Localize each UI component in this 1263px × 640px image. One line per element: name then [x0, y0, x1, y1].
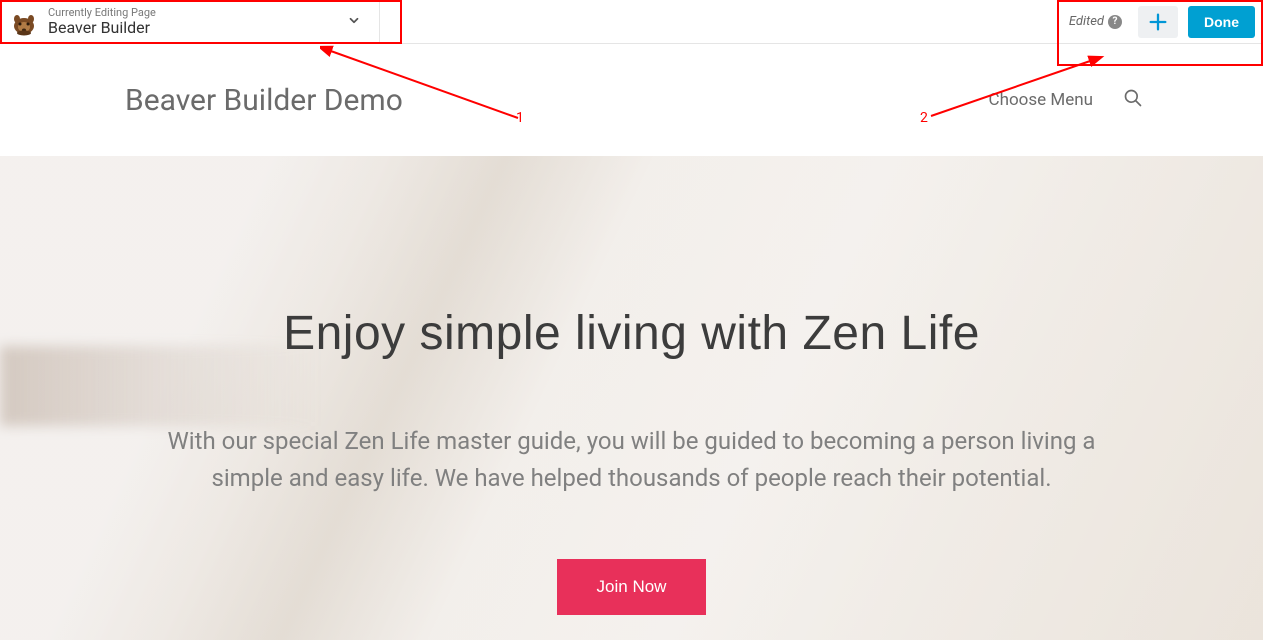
beaver-logo-icon	[8, 6, 40, 38]
editing-info: Currently Editing Page Beaver Builder	[48, 7, 156, 37]
toolbar-actions: Edited ? Done	[1061, 0, 1263, 43]
edited-status: Edited ?	[1069, 14, 1128, 29]
hero-title: Enjoy simple living with Zen Life	[283, 306, 980, 361]
hero-section: Enjoy simple living with Zen Life With o…	[0, 156, 1263, 640]
builder-toolbar: Currently Editing Page Beaver Builder Ed…	[0, 0, 1263, 44]
chevron-down-icon[interactable]	[347, 12, 361, 31]
edited-label: Edited	[1069, 14, 1104, 29]
hero-decor	[0, 346, 320, 426]
annotation-label-2: 2	[920, 110, 928, 126]
editing-page-name: Beaver Builder	[48, 19, 156, 37]
choose-menu-link[interactable]: Choose Menu	[989, 90, 1093, 110]
site-nav: Choose Menu	[989, 88, 1143, 112]
join-now-button[interactable]: Join Now	[557, 559, 707, 615]
editing-label: Currently Editing Page	[48, 7, 156, 19]
hero-subtitle: With our special Zen Life master guide, …	[132, 423, 1132, 497]
page-selector[interactable]: Currently Editing Page Beaver Builder	[0, 0, 380, 43]
annotation-label-1: 1	[516, 110, 524, 126]
help-icon[interactable]: ?	[1108, 15, 1122, 29]
site-header: Beaver Builder Demo Choose Menu	[0, 44, 1263, 156]
add-content-button[interactable]	[1138, 6, 1178, 38]
site-title: Beaver Builder Demo	[125, 83, 403, 118]
search-icon[interactable]	[1123, 88, 1143, 112]
done-button[interactable]: Done	[1188, 6, 1255, 38]
